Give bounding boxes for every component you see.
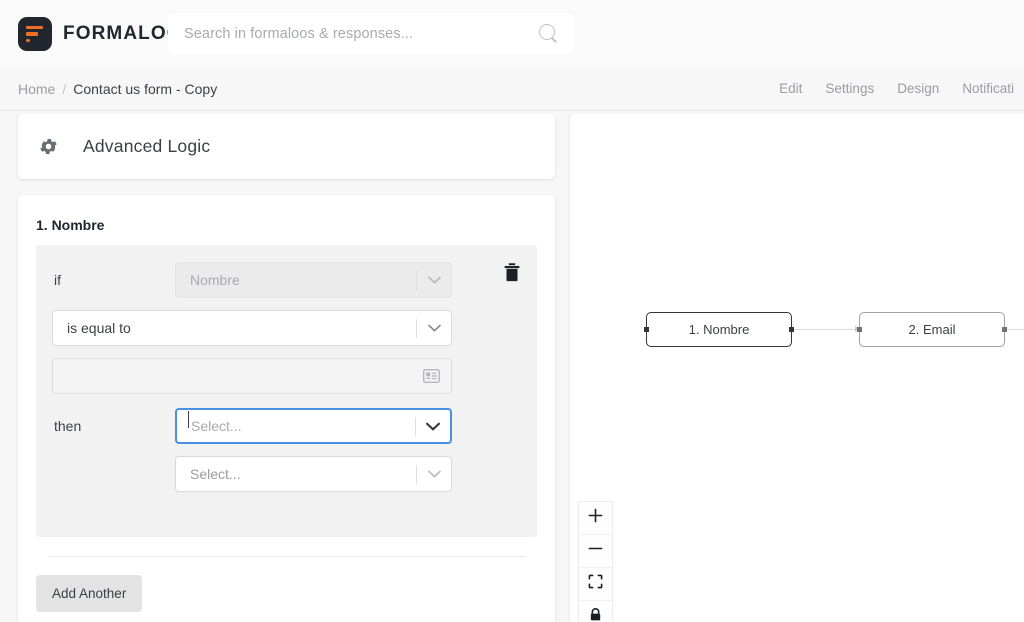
- trash-icon[interactable]: [501, 261, 523, 283]
- chevron-down-icon[interactable]: [417, 470, 451, 478]
- target-select-value: Select...: [190, 466, 241, 482]
- lock-icon: [588, 607, 603, 622]
- action-select[interactable]: Select...: [175, 408, 452, 444]
- rule-block: if Nombre is equal to then Select... Sel…: [36, 245, 537, 537]
- fit-view-icon: [588, 574, 603, 594]
- search-input[interactable]: Search in formaloos & responses...: [168, 13, 574, 54]
- nav-item-settings[interactable]: Settings: [825, 81, 874, 96]
- target-select[interactable]: Select...: [175, 456, 452, 492]
- field-select[interactable]: Nombre: [175, 262, 452, 298]
- rule-title: 1. Nombre: [36, 217, 105, 233]
- add-another-button[interactable]: Add Another: [36, 575, 143, 612]
- lock-button[interactable]: [579, 601, 612, 622]
- flow-canvas[interactable]: 1. Nombre 2. Email: [570, 114, 1024, 622]
- nav-item-design[interactable]: Design: [897, 81, 939, 96]
- brand-name: FORMALOO: [63, 22, 183, 44]
- breadcrumb: Home / Contact us form - Copy: [18, 81, 217, 97]
- search-icon[interactable]: [539, 24, 558, 43]
- then-label: then: [54, 418, 82, 434]
- value-input[interactable]: [52, 358, 452, 394]
- if-label: if: [54, 272, 61, 288]
- breadcrumb-bar: Home / Contact us form - Copy Edit Setti…: [0, 67, 1024, 111]
- flow-node-nombre[interactable]: 1. Nombre: [644, 312, 794, 347]
- zoom-out-icon: [588, 541, 603, 561]
- breadcrumb-home[interactable]: Home: [18, 81, 55, 97]
- gear-icon: [38, 136, 59, 157]
- formaloo-logo-icon: [18, 16, 52, 51]
- field-select-value: Nombre: [190, 272, 240, 288]
- then-row: then Select...: [52, 408, 521, 444]
- page-body: Advanced Logic 1. Nombre if Nombre is eq…: [0, 111, 1024, 622]
- logic-rules-card: 1. Nombre if Nombre is equal to then Sel…: [18, 195, 555, 622]
- fit-view-button[interactable]: [579, 568, 612, 601]
- node-handle-left[interactable]: [857, 327, 862, 332]
- action-select-value: Select...: [188, 411, 415, 434]
- breadcrumb-separator: /: [62, 80, 67, 97]
- nav-item-notifications[interactable]: Notificati: [962, 81, 1014, 96]
- target-row: Select...: [52, 456, 521, 492]
- page-nav: Edit Settings Design Notificati: [779, 81, 1014, 96]
- flow-node-label: 2. Email: [908, 322, 956, 337]
- search-placeholder: Search in formaloos & responses...: [184, 25, 414, 42]
- zoom-in-button[interactable]: [579, 502, 612, 535]
- page-title: Advanced Logic: [83, 136, 211, 156]
- zoom-out-button[interactable]: [579, 535, 612, 568]
- chevron-down-icon[interactable]: [417, 324, 451, 332]
- chevron-down-icon[interactable]: [416, 422, 450, 431]
- section-divider: [48, 556, 525, 557]
- flow-controls: [578, 501, 613, 622]
- nav-item-edit[interactable]: Edit: [779, 81, 802, 96]
- top-bar: FORMALOO Search in formaloos & responses…: [0, 0, 1024, 67]
- flow-node-label: 1. Nombre: [688, 322, 750, 337]
- card-list-icon[interactable]: [422, 368, 441, 384]
- operator-select[interactable]: is equal to: [52, 310, 452, 346]
- if-row: if Nombre: [52, 262, 521, 298]
- operator-select-value: is equal to: [67, 320, 131, 336]
- node-handle-left[interactable]: [644, 327, 649, 332]
- flow-node-email[interactable]: 2. Email: [857, 312, 1007, 347]
- chevron-down-icon[interactable]: [417, 276, 451, 284]
- advanced-logic-header: Advanced Logic: [18, 114, 555, 179]
- flow-edge-outgoing[interactable]: [1007, 329, 1024, 331]
- breadcrumb-current: Contact us form - Copy: [73, 80, 218, 97]
- flow-edge[interactable]: [794, 329, 858, 331]
- brand-logo[interactable]: FORMALOO: [18, 16, 183, 51]
- operator-row: is equal to: [52, 310, 521, 346]
- zoom-in-icon: [588, 508, 603, 528]
